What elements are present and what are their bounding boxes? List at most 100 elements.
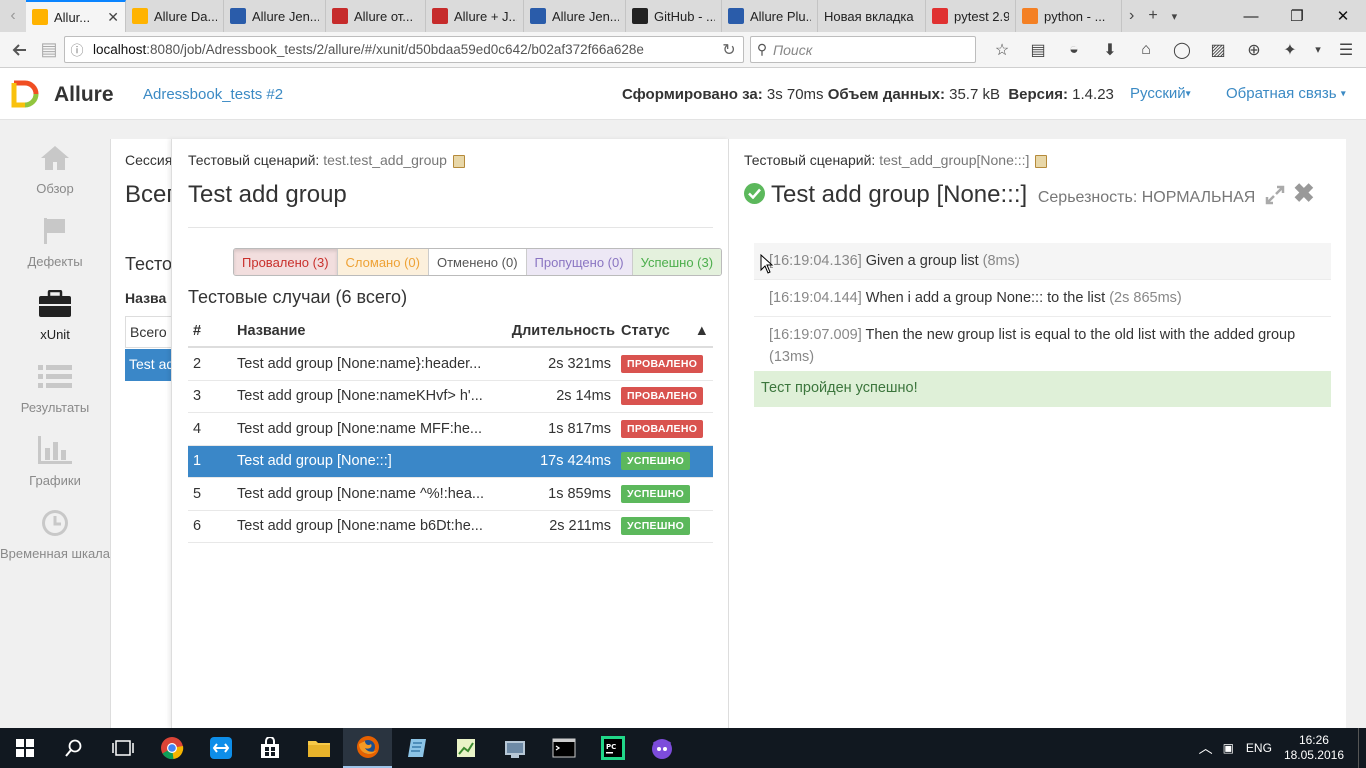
search-input[interactable]: ⚲ Поиск	[750, 36, 976, 63]
steps-list: [16:19:04.136] Given a group list (8ms) …	[754, 243, 1331, 376]
clock[interactable]: 16:26 18.05.2016	[1284, 733, 1344, 763]
close-icon[interactable]: ✖	[1293, 180, 1315, 206]
reading-list-icon[interactable]: ▤	[1020, 36, 1056, 63]
task-view-button[interactable]	[98, 728, 147, 768]
browser-tab[interactable]: Allure Jen...	[524, 0, 626, 32]
table-row[interactable]: 5 Test add group [None:name ^%!:hea... 1s …	[188, 478, 713, 511]
tray-chevron-up-icon[interactable]: ︿	[1199, 738, 1213, 758]
allure-icon	[32, 9, 48, 25]
browser-tab[interactable]: Allure Jen...	[224, 0, 326, 32]
address-bar[interactable]: ⓘ localhost:8080/job/Adressbook_tests/2/…	[64, 36, 744, 63]
browser-tab[interactable]: GitHub - ...	[626, 0, 722, 32]
step-item[interactable]: [16:19:04.144] When i add a group None::…	[754, 280, 1331, 317]
table-row[interactable]: 2 Test add group [None:name}:header... 2s …	[188, 348, 713, 381]
tab-list-icon[interactable]: ▾	[1165, 10, 1185, 23]
copy-icon[interactable]	[452, 154, 465, 168]
language-dropdown[interactable]: Русский▾	[1130, 85, 1191, 102]
pocket-icon[interactable]: ◒	[1056, 36, 1092, 63]
suites-column-header: Назва	[125, 290, 167, 306]
downloads-icon[interactable]: ⬇	[1092, 36, 1128, 63]
browser-tab[interactable]: Allure + J...	[426, 0, 524, 32]
allure-logo-icon	[11, 80, 39, 108]
report-name-link[interactable]: Adressbook_tests #2	[143, 86, 283, 103]
filter-skipped-button[interactable]: Пропущено (0)	[526, 249, 633, 275]
jenkins-icon	[230, 8, 246, 24]
spreadsheet-icon	[456, 739, 475, 757]
filter-broken-button[interactable]: Сломано (0)	[337, 249, 429, 275]
url-text[interactable]: localhost:8080/job/Adressbook_tests/2/al…	[89, 42, 715, 57]
passed-check-icon	[744, 183, 765, 204]
browser-tab[interactable]: pytest 2.9....	[926, 0, 1016, 32]
start-button[interactable]	[0, 728, 49, 768]
sidebar-item-graphs[interactable]: Графики	[0, 433, 110, 488]
testcases-pane: Тестовый сценарий: test.test_add_group T…	[171, 139, 729, 728]
sidebar-item-results[interactable]: Результаты	[0, 360, 110, 415]
suites-title: Всег	[125, 181, 176, 208]
browser-tab[interactable]: Allur... ✕	[26, 0, 126, 32]
firefox-taskbar-button[interactable]	[343, 728, 392, 768]
screenshot-icon[interactable]: ▨	[1200, 36, 1236, 63]
browser-tab[interactable]: Новая вкладка	[818, 0, 926, 32]
window-close-icon[interactable]: ✕	[1320, 7, 1366, 25]
sidebar-item-overview[interactable]: Обзор	[0, 141, 110, 196]
table-row[interactable]: 6 Test add group [None:name b6Dt:he... 2s …	[188, 511, 713, 543]
tab-scroll-right-icon[interactable]: ›	[1122, 7, 1141, 25]
browser-tab[interactable]: Allure Da...	[126, 0, 224, 32]
spreadsheet-taskbar-button[interactable]	[441, 728, 490, 768]
expand-icon[interactable]	[1265, 185, 1285, 205]
chat-icon[interactable]: ◯	[1164, 36, 1200, 63]
row-name: Test add group [None:name b6Dt:he...	[237, 518, 483, 535]
explorer-taskbar-button[interactable]	[294, 728, 343, 768]
browser-tab[interactable]: Allure Plu...	[722, 0, 818, 32]
sidebar-item-xunit[interactable]: xUnit	[0, 287, 110, 342]
terminal-taskbar-button[interactable]	[539, 728, 588, 768]
input-language-indicator[interactable]: ENG	[1246, 741, 1272, 755]
extension-icon[interactable]: ✦	[1272, 36, 1308, 63]
home-button-icon[interactable]: ⌂	[1128, 36, 1164, 63]
column-header-name[interactable]: Название	[237, 323, 499, 339]
notepad-taskbar-button[interactable]	[392, 728, 441, 768]
app-header: Allure Adressbook_tests #2 Сформировано …	[0, 68, 1366, 120]
filter-passed-button[interactable]: Успешно (3)	[632, 249, 722, 275]
column-header-num[interactable]: #	[188, 323, 237, 339]
scenario-header: Тестовый сценарий: test.test_add_group	[188, 152, 465, 168]
close-tab-icon[interactable]: ✕	[107, 9, 119, 26]
column-header-status[interactable]: Статус ▲	[621, 323, 713, 339]
step-item[interactable]: [16:19:07.009] Then the new group list i…	[754, 317, 1331, 376]
chrome-taskbar-button[interactable]	[147, 728, 196, 768]
menu-icon[interactable]: ☰	[1328, 36, 1364, 63]
browser-tab[interactable]: python - ...	[1016, 0, 1122, 32]
globe-icon[interactable]: ⊕	[1236, 36, 1272, 63]
table-row[interactable]: 3 Test add group [None:nameKHvf> h'... 2s …	[188, 381, 713, 413]
table-row[interactable]: 1 Test add group [None:::] 17s 424ms УСПЕШН…	[188, 445, 713, 478]
filter-failed-button[interactable]: Провалено (3)	[234, 249, 338, 275]
table-row[interactable]: 4 Test add group [None:name MFF:he... 1s 8…	[188, 413, 713, 446]
forward-button[interactable]: ▤	[36, 34, 62, 66]
column-header-duration[interactable]: Длительность	[499, 323, 621, 339]
filter-canceled-button[interactable]: Отменено (0)	[428, 249, 527, 275]
browser-tab[interactable]: Allure от...	[326, 0, 426, 32]
row-duration: 2s 14ms	[556, 388, 611, 405]
teamviewer-taskbar-button[interactable]	[196, 728, 245, 768]
pycharm-taskbar-button[interactable]: PC	[588, 728, 637, 768]
sidebar-item-timeline[interactable]: Временная шкала	[0, 506, 110, 561]
cat-app-taskbar-button[interactable]	[637, 728, 686, 768]
notifications-icon[interactable]	[1358, 728, 1366, 768]
feedback-dropdown[interactable]: Обратная связь ▾	[1226, 85, 1346, 102]
bookmark-star-icon[interactable]: ☆	[984, 36, 1020, 63]
copy-icon[interactable]	[1035, 154, 1048, 168]
back-button[interactable]	[4, 34, 36, 66]
tab-scroll-left-icon[interactable]: ‹	[3, 7, 22, 25]
reload-icon[interactable]: ↻	[715, 40, 743, 60]
network-app-taskbar-button[interactable]	[490, 728, 539, 768]
network-icon[interactable]: ▣	[1223, 741, 1234, 755]
step-item[interactable]: [16:19:04.136] Given a group list (8ms)	[754, 243, 1331, 280]
restore-icon[interactable]: ❐	[1274, 7, 1320, 25]
sidebar-item-defects[interactable]: Дефекты	[0, 214, 110, 269]
taskbar-search-button[interactable]	[49, 728, 98, 768]
overflow-chevron-icon[interactable]: ▾	[1308, 36, 1328, 63]
minimize-icon[interactable]: —	[1228, 8, 1274, 25]
page-info-icon[interactable]: ⓘ	[65, 40, 89, 59]
store-taskbar-button[interactable]	[245, 728, 294, 768]
new-tab-icon[interactable]: +	[1141, 7, 1164, 25]
